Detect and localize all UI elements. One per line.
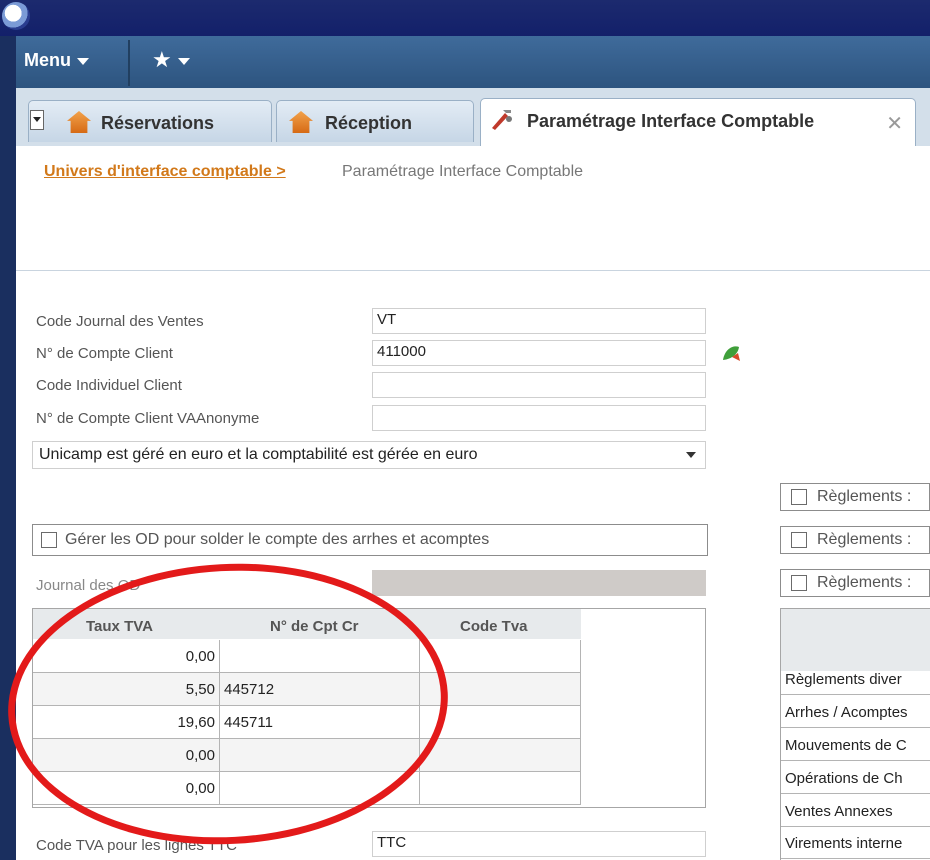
- code-cell[interactable]: [420, 673, 581, 706]
- journal-od-label: Journal des OD: [36, 577, 141, 594]
- compte-cell[interactable]: 445711: [220, 706, 420, 739]
- table-row[interactable]: 19,60 445711: [33, 706, 581, 739]
- chevron-down-icon: [686, 452, 696, 458]
- reception-icon: [289, 111, 313, 133]
- code-journal-label: Code Journal des Ventes: [36, 313, 204, 330]
- taux-cell[interactable]: 0,00: [33, 739, 220, 772]
- od-checkbox-label: Gérer les OD pour solder le compte des a…: [65, 531, 490, 548]
- checkbox[interactable]: [791, 489, 807, 505]
- compte-anonyme-input[interactable]: [372, 405, 706, 431]
- tab-dropdown-button[interactable]: [30, 110, 44, 130]
- reglements-checkbox-row[interactable]: Règlements :: [780, 483, 930, 511]
- taux-cell[interactable]: 19,60: [33, 706, 220, 739]
- reglements-label: Règlements :: [817, 488, 912, 505]
- tools-icon: [489, 107, 513, 130]
- reglements-checkbox-row[interactable]: Règlements :: [780, 569, 930, 597]
- close-tab-icon[interactable]: ✕: [886, 111, 903, 136]
- currency-select[interactable]: Unicamp est géré en euro et la comptabil…: [32, 441, 706, 469]
- code-cell[interactable]: [420, 640, 581, 673]
- tab-reservations[interactable]: Réservations: [28, 100, 272, 142]
- compte-cell[interactable]: [220, 640, 420, 673]
- star-icon: ★: [152, 47, 172, 72]
- table-row[interactable]: 5,50 445712: [33, 673, 581, 706]
- compte-cell[interactable]: 445712: [220, 673, 420, 706]
- chevron-down-icon: [77, 57, 89, 65]
- code-individuel-label: Code Individuel Client: [36, 377, 182, 394]
- code-journal-input[interactable]: VT: [372, 308, 706, 334]
- table-row[interactable]: 0,00: [33, 772, 581, 805]
- code-cell[interactable]: [420, 772, 581, 805]
- table-row[interactable]: 0,00: [33, 739, 581, 772]
- journal-od-input: [372, 570, 706, 596]
- chevron-down-icon: [177, 57, 190, 65]
- menu-divider: [128, 40, 130, 86]
- lookup-icon[interactable]: [720, 343, 742, 363]
- compte-client-label: N° de Compte Client: [36, 345, 173, 362]
- column-header-code[interactable]: Code Tva: [460, 618, 528, 635]
- table-row[interactable]: 0,00: [33, 640, 581, 673]
- checkbox[interactable]: [791, 532, 807, 548]
- breadcrumb-current: Paramétrage Interface Comptable: [342, 163, 584, 180]
- tab-label: Paramétrage Interface Comptable: [527, 111, 815, 131]
- compte-anonyme-label: N° de Compte Client VAAnonyme: [36, 410, 260, 427]
- left-border: [0, 36, 16, 860]
- menu-label: Menu: [24, 50, 71, 70]
- od-checkbox-row[interactable]: Gérer les OD pour solder le compte des a…: [32, 524, 708, 556]
- tab-label: Réservations: [101, 113, 215, 133]
- app-logo-icon: [2, 2, 30, 30]
- house-icon: [67, 111, 91, 133]
- compte-client-input[interactable]: 411000: [372, 340, 706, 366]
- list-item[interactable]: Mouvements de C: [781, 731, 930, 761]
- favorites-button[interactable]: ★: [152, 47, 190, 73]
- title-bar: [0, 0, 930, 36]
- column-header-taux[interactable]: Taux TVA: [86, 618, 153, 635]
- column-header-compte[interactable]: N° de Cpt Cr: [270, 618, 359, 635]
- breadcrumb-link[interactable]: Univers d'interface comptable >: [44, 163, 286, 181]
- list-item[interactable]: Arrhes / Acomptes: [781, 698, 930, 728]
- tab-reception[interactable]: Réception: [276, 100, 474, 142]
- taux-cell[interactable]: 0,00: [33, 640, 220, 673]
- list-item[interactable]: Opérations de Ch: [781, 764, 930, 794]
- code-tva-ttc-label: Code TVA pour les lignes TTC: [36, 837, 237, 854]
- code-cell[interactable]: [420, 739, 581, 772]
- list-item[interactable]: Virements interne: [781, 829, 930, 859]
- taux-cell[interactable]: 0,00: [33, 772, 220, 805]
- divider: [16, 270, 930, 271]
- list-item[interactable]: Règlements diver: [781, 665, 930, 695]
- compte-cell[interactable]: [220, 739, 420, 772]
- tab-parametrage[interactable]: Paramétrage Interface Comptable ✕: [480, 98, 916, 146]
- code-cell[interactable]: [420, 706, 581, 739]
- od-checkbox[interactable]: [41, 532, 57, 548]
- tab-label: Réception: [325, 113, 413, 133]
- checkbox[interactable]: [791, 575, 807, 591]
- reglements-checkbox-row[interactable]: Règlements :: [780, 526, 930, 554]
- code-tva-ttc-input[interactable]: TTC: [372, 831, 706, 857]
- reglements-label: Règlements :: [817, 574, 912, 591]
- taux-cell[interactable]: 5,50: [33, 673, 220, 706]
- compte-cell[interactable]: [220, 772, 420, 805]
- right-list-header: [781, 609, 930, 671]
- code-individuel-input[interactable]: [372, 372, 706, 398]
- list-item[interactable]: Ventes Annexes: [781, 797, 930, 827]
- reglements-label: Règlements :: [817, 531, 912, 548]
- menu-button[interactable]: Menu: [24, 50, 89, 71]
